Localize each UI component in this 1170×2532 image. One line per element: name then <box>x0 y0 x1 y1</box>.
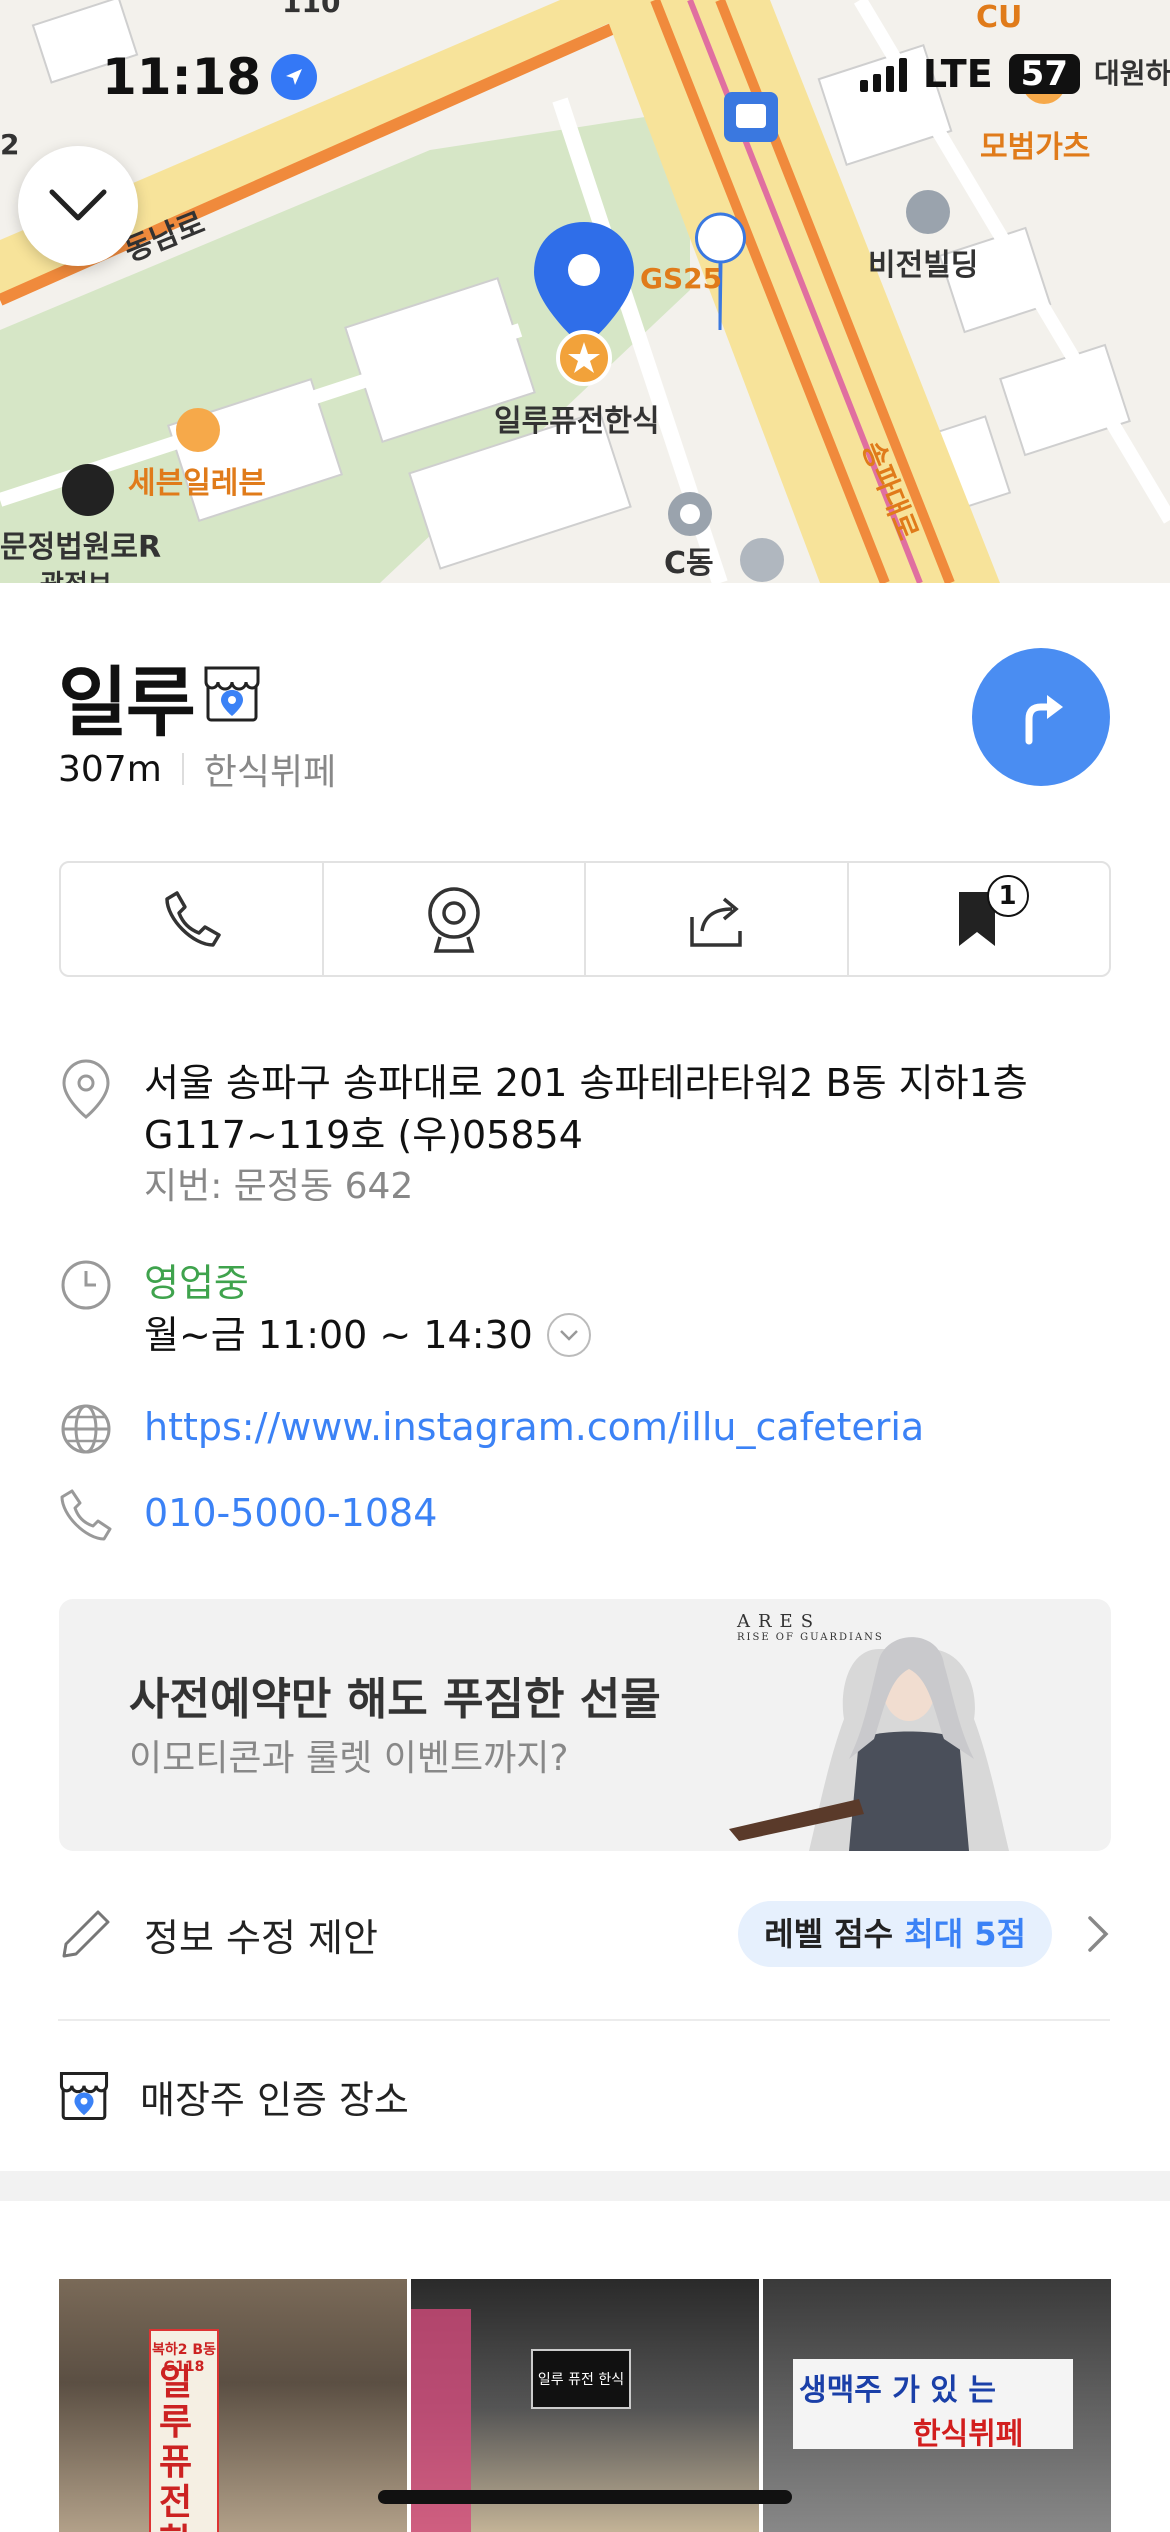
photo-1-sign: 일루퓨전한식 <box>159 2362 193 2532</box>
owner-verified-label: 매장주 인증 장소 <box>140 2077 409 2122</box>
place-distance: 307m <box>58 748 162 790</box>
photo-3-sign-bottom: 한식뷔페 <box>913 2417 1024 2452</box>
level-score-badge: 레벨 점수 최대 5점 <box>738 1901 1052 1967</box>
ad-banner[interactable]: 사전예약만 해도 푸짐한 선물 이모티콘과 룰렛 이벤트까지? ARES RIS… <box>59 1599 1111 1851</box>
status-time: 11:18 <box>102 48 318 106</box>
business-hours: 월~금 11:00 ~ 14:30 <box>144 1313 533 1357</box>
map-label-partial: 광정보 <box>40 564 112 583</box>
photo-2-sign: 일루 퓨전 한식 <box>531 2349 631 2409</box>
store-badge-icon <box>59 2071 109 2121</box>
call-button[interactable] <box>61 863 324 975</box>
phone-number-link[interactable]: 010-5000-1084 <box>144 1487 437 1539</box>
section-gap <box>0 2171 1170 2201</box>
map-label-gs25: GS25 <box>640 262 723 295</box>
map-view[interactable]: 110 2 동남로 GS25 일루퓨전한식 세븐일레븐 문정법원로R 광정보 C… <box>0 0 1170 583</box>
edit-suggestion-row[interactable]: 정보 수정 제안 레벨 점수 최대 5점 <box>58 1893 1110 1975</box>
map-label-seven-eleven[interactable]: 세븐일레븐 <box>128 458 266 502</box>
streetview-button[interactable] <box>324 863 586 975</box>
address-line2[interactable]: G117~119호 (우)05854 <box>144 1109 1028 1161</box>
collapse-button[interactable] <box>18 146 138 266</box>
location-arrow-icon <box>271 54 318 100</box>
globe-icon <box>58 1401 114 1461</box>
place-meta: 307m 한식뷔페 <box>58 743 336 795</box>
place-pin-icon[interactable] <box>530 218 638 392</box>
share-button[interactable] <box>586 863 849 975</box>
map-label-court-road: 문정법원로R <box>0 530 162 565</box>
chevron-right-icon <box>1088 1916 1109 1952</box>
photo-3-sign-top: 생맥주 가 있 는 <box>799 2373 996 2408</box>
pencil-icon <box>62 1910 110 1958</box>
map-label-edge-number: 2 <box>0 128 20 161</box>
website-link[interactable]: https://www.instagram.com/illu_cafeteria <box>144 1401 924 1453</box>
ad-subtitle: 이모티콘과 룰렛 이벤트까지? <box>129 1738 569 1779</box>
map-label-vision-building[interactable]: 비전빌딩 <box>868 240 978 284</box>
photo-1[interactable]: 복하2 B동 G118 일루퓨전한식 <box>59 2279 407 2532</box>
bookmark-button[interactable]: 1 <box>849 863 1110 975</box>
clock-icon <box>58 1257 114 1361</box>
place-category: 한식뷔페 <box>203 752 337 793</box>
ad-title: 사전예약만 해도 푸짐한 선물 <box>129 1674 661 1725</box>
map-label-mobeom[interactable]: 모범가츠 <box>980 122 1090 166</box>
map-label-pin-place[interactable]: 일루퓨전한식 <box>494 396 660 440</box>
streetview-icon <box>428 887 480 953</box>
map-label-building-c[interactable]: C동 <box>664 538 714 582</box>
route-arrow-icon <box>1025 695 1063 745</box>
ad-character-image <box>729 1637 1009 1851</box>
open-status: 영업중 <box>144 1261 249 1305</box>
store-verified-icon <box>202 662 262 730</box>
hours-row[interactable]: 월~금 11:00 ~ 14:30 <box>144 1309 591 1361</box>
map-label-daewon: 대원하 <box>1094 57 1170 90</box>
hours-section: 영업중 월~금 11:00 ~ 14:30 <box>58 1257 591 1361</box>
map-label-road-number: 110 <box>282 0 341 19</box>
hours-expand-icon[interactable] <box>546 1313 591 1357</box>
share-icon <box>690 897 742 947</box>
phone-small-icon <box>58 1487 114 1547</box>
signal-icon <box>859 56 907 92</box>
chevron-down-icon <box>49 189 107 221</box>
place-title-row: 일루 <box>58 641 262 751</box>
map-label-cu[interactable]: CU <box>976 0 1022 35</box>
network-label: LTE <box>922 52 993 96</box>
bookmark-count: 1 <box>986 875 1029 917</box>
row-divider <box>58 2019 1110 2021</box>
address-section: 서울 송파구 송파대로 201 송파테라타워2 B동 지하1층 G117~119… <box>58 1057 1028 1213</box>
phone-section: 010-5000-1084 <box>58 1487 437 1547</box>
address-line1[interactable]: 서울 송파구 송파대로 201 송파테라타워2 B동 지하1층 <box>144 1057 1028 1109</box>
status-indicators: LTE 57 <box>859 52 1080 96</box>
photo-3[interactable]: 생맥주 가 있 는 한식뷔페 <box>763 2279 1111 2532</box>
battery-icon: 57 <box>1008 54 1080 94</box>
route-button[interactable] <box>972 648 1110 786</box>
meta-separator <box>181 753 184 785</box>
website-section: https://www.instagram.com/illu_cafeteria <box>58 1401 924 1461</box>
edit-suggestion-label: 정보 수정 제안 <box>144 1915 378 1960</box>
phone-icon <box>165 891 221 947</box>
place-name: 일루 <box>58 658 196 747</box>
lot-address: 지번: 문정동 642 <box>144 1166 414 1207</box>
location-pin-icon <box>58 1057 114 1213</box>
action-bar: 1 <box>59 861 1111 977</box>
home-indicator[interactable] <box>378 2490 792 2504</box>
owner-verified-row: 매장주 인증 장소 <box>58 2061 1110 2131</box>
